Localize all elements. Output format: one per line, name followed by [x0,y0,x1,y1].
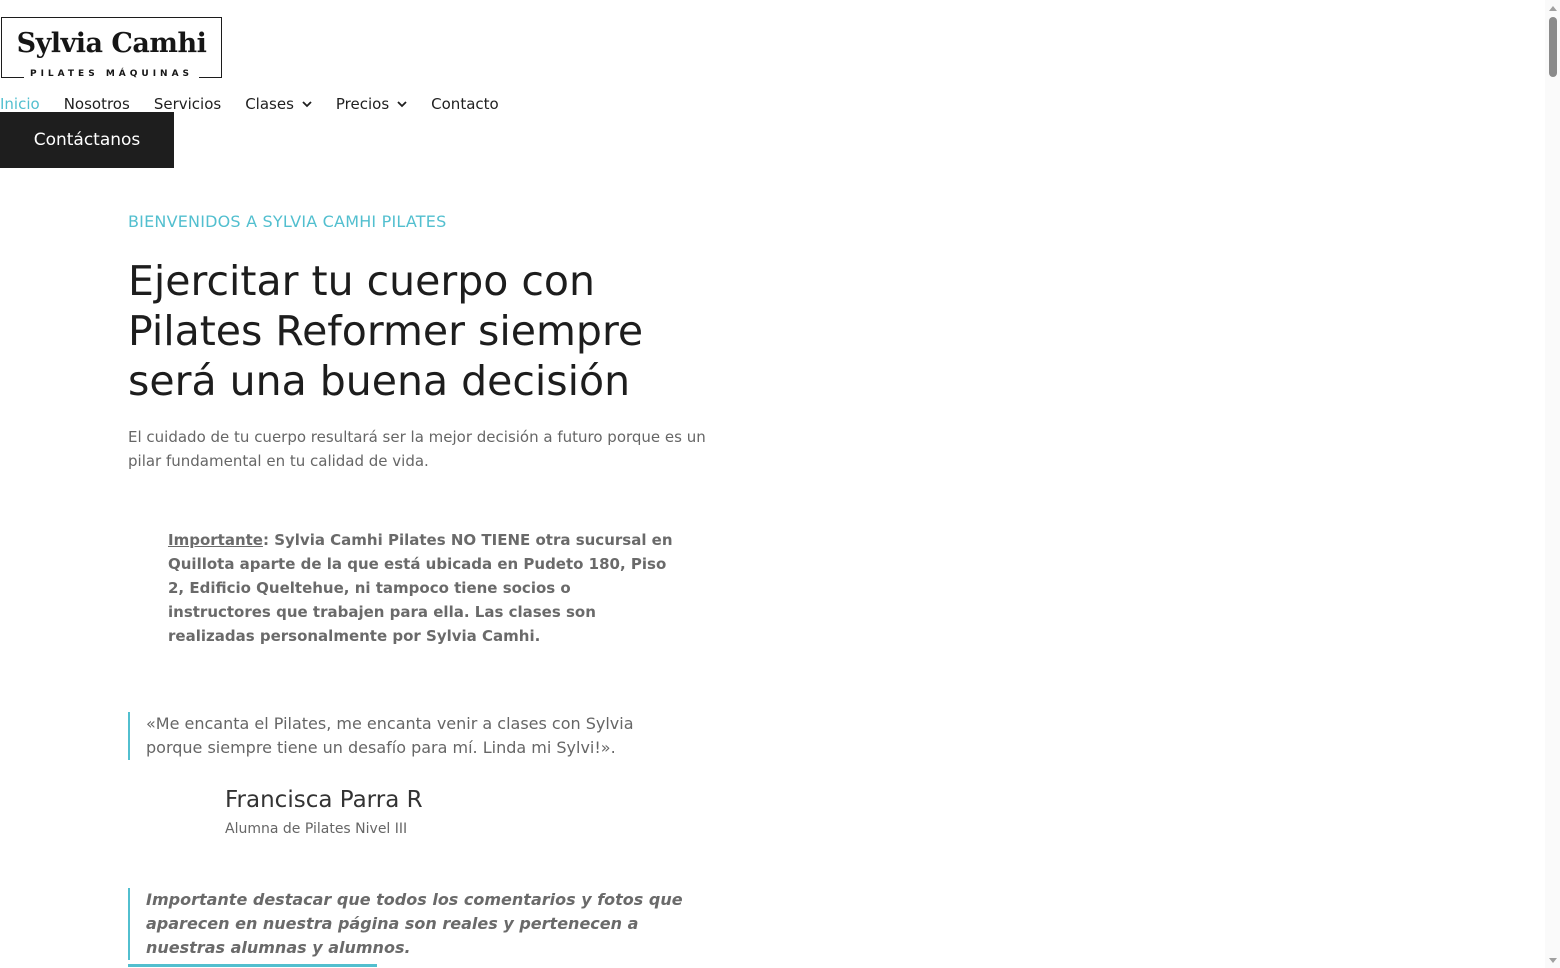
nav-item-contacto[interactable]: Contacto [431,95,499,113]
hero-eyebrow: BIENVENIDOS A SYLVIA CAMHI PILATES [128,212,447,231]
testimonial-quote: «Me encanta el Pilates, me encanta venir… [128,712,688,760]
hero-lead: El cuidado de tu cuerpo resultará ser la… [128,428,706,470]
nav-item-inicio[interactable]: Inicio [0,95,40,113]
hero-headline: Ejercitar tu cuerpo con Pilates Reformer… [128,256,728,406]
chevron-down-icon [302,99,312,109]
nav-label: Contacto [431,95,499,113]
nav-item-precios[interactable]: Precios [336,95,407,113]
logo-subtitle-text: PILATES MÁQUINAS [23,69,200,79]
page: Sylvia Camhi PILATES MÁQUINAS Inicio Nos… [0,0,1560,968]
chevron-down-icon [397,99,407,109]
scrollbar-thumb[interactable] [1549,17,1557,77]
vertical-scrollbar[interactable] [1545,0,1560,968]
notice-label: Importante [168,531,263,549]
accent-divider [128,964,377,967]
logo-subtitle: PILATES MÁQUINAS [2,69,221,79]
logo-title: Sylvia Camhi [16,28,207,59]
important-notice: Importante: Sylvia Camhi Pilates NO TIEN… [168,528,678,648]
scroll-down-icon[interactable] [1545,953,1560,968]
testimonial-author: Francisca Parra R [225,787,423,813]
nav-item-clases[interactable]: Clases [245,95,312,113]
headline-line: Pilates Reformer siempre [128,307,644,355]
nav-label: Nosotros [63,95,130,113]
headline-line: Ejercitar tu cuerpo con [128,257,595,305]
nav-label: Precios [335,95,390,113]
nav-label: Servicios [153,95,222,113]
testimonial-role: Alumna de Pilates Nivel III [225,821,408,837]
headline-line: será una buena decisión [128,357,631,405]
site-logo[interactable]: Sylvia Camhi PILATES MÁQUINAS [1,17,222,79]
nav-label: Clases [245,95,294,113]
authenticity-note: Importante destacar que todos los coment… [128,888,698,960]
scroll-up-icon[interactable] [1545,0,1560,15]
nav-item-nosotros[interactable]: Nosotros [64,95,130,113]
nav-item-servicios[interactable]: Servicios [154,95,221,113]
contact-button[interactable]: Contáctanos [0,112,174,168]
nav-label: Inicio [0,95,40,113]
